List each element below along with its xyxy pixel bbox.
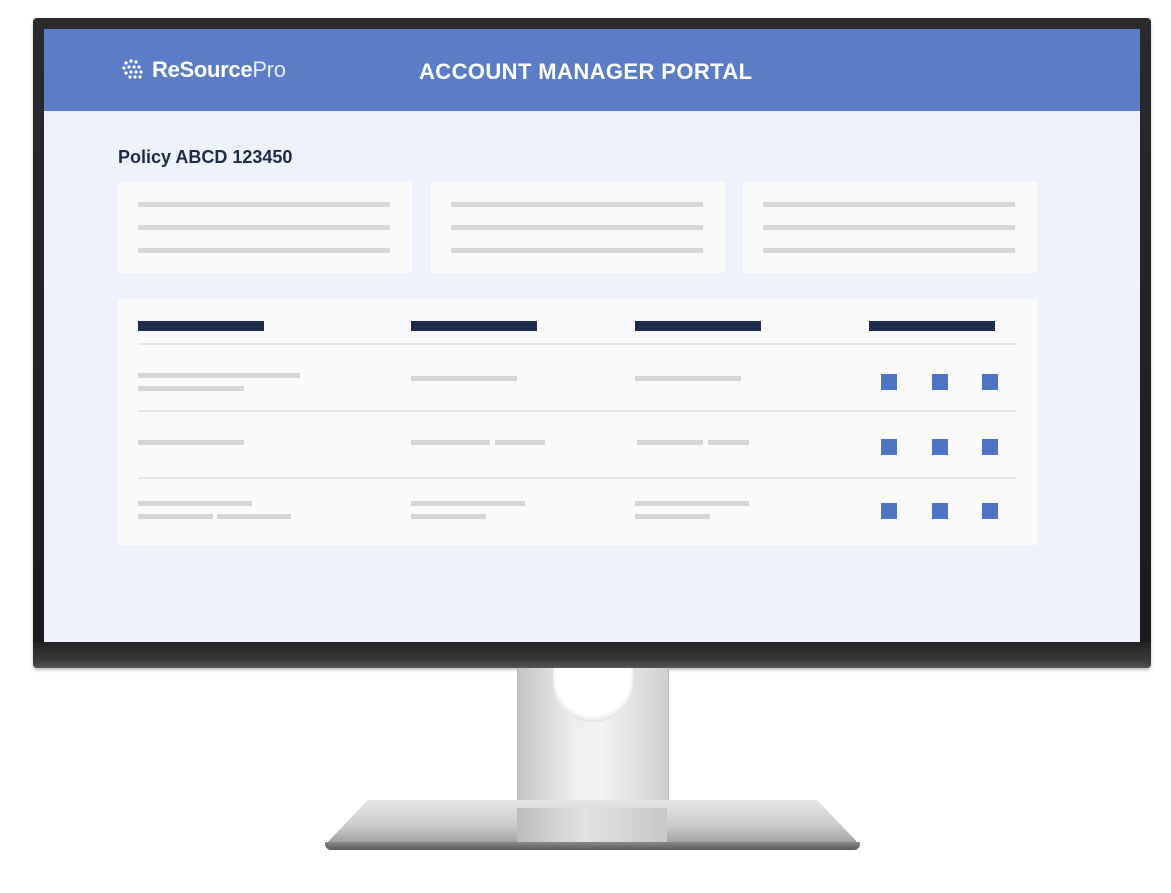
row-divider [138,410,1016,412]
placeholder-line [138,501,252,506]
square-icon[interactable] [881,374,897,390]
monitor-bezel-bottom [33,642,1151,668]
placeholder-line [138,386,244,391]
column-header [635,321,761,331]
square-icon[interactable] [881,503,897,519]
policy-table [118,299,1038,545]
summary-card[interactable] [118,182,412,273]
placeholder-line [138,440,244,445]
placeholder-line [138,248,390,253]
row-divider [138,477,1016,479]
monitor-screen: ReSource Pro ACCOUNT MANAGER PORTAL Polic… [44,29,1140,642]
placeholder-line [411,440,490,445]
placeholder-line [411,514,486,519]
placeholder-line [138,202,390,207]
placeholder-line [763,248,1015,253]
summary-card[interactable] [431,182,725,273]
placeholder-line [217,514,291,519]
placeholder-line [635,514,710,519]
globe-icon [122,59,143,79]
placeholder-line [451,202,703,207]
placeholder-line [708,440,749,445]
placeholder-line [451,248,703,253]
brand-logo[interactable]: ReSource Pro [120,57,286,83]
placeholder-line [411,501,525,506]
brand-name-bold: ReSource [152,57,253,82]
placeholder-line [637,440,703,445]
square-icon[interactable] [932,439,948,455]
portal-header: ReSource Pro ACCOUNT MANAGER PORTAL [44,29,1140,111]
monitor-stand-foot [517,808,667,842]
placeholder-line [635,501,749,506]
placeholder-line [138,373,300,378]
square-icon[interactable] [932,374,948,390]
placeholder-line [138,514,213,519]
placeholder-line [411,376,517,381]
portal-title: ACCOUNT MANAGER PORTAL [419,59,753,84]
summary-card[interactable] [743,182,1037,273]
square-icon[interactable] [881,439,897,455]
policy-title: Policy ABCD 123450 [118,147,293,167]
square-icon[interactable] [982,374,998,390]
column-header [411,321,537,331]
placeholder-line [138,225,390,230]
brand-name-light: Pro [252,57,286,82]
square-icon[interactable] [982,503,998,519]
placeholder-line [635,376,741,381]
column-header [138,321,264,331]
row-divider [138,343,1016,345]
monitor-stand-base-edge [325,842,860,850]
placeholder-line [495,440,545,445]
square-icon[interactable] [982,439,998,455]
placeholder-line [451,225,703,230]
column-header [869,321,995,331]
placeholder-line [763,202,1015,207]
placeholder-line [763,225,1015,230]
square-icon[interactable] [932,503,948,519]
